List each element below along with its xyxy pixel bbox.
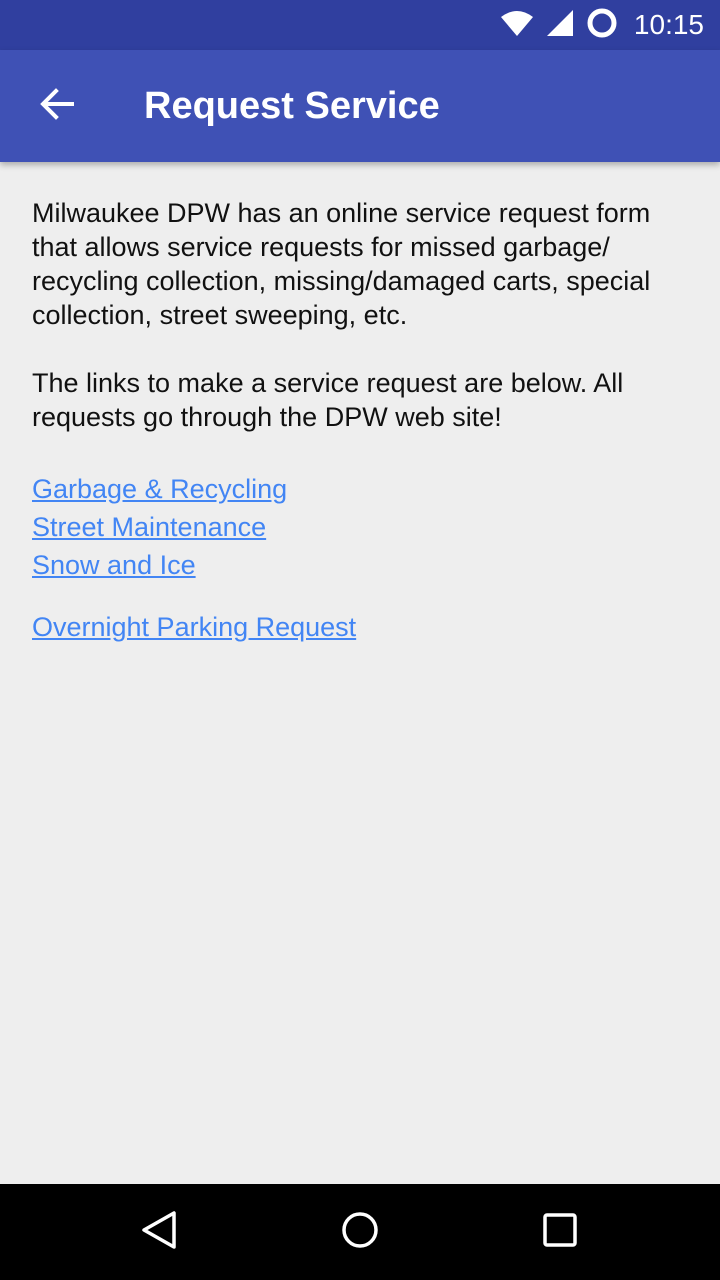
link-street-maintenance[interactable]: Street Maintenance <box>32 508 266 546</box>
nav-recents-button[interactable] <box>500 1184 620 1280</box>
page-title: Request Service <box>144 85 440 127</box>
nav-home-button[interactable] <box>300 1184 420 1280</box>
status-time: 10:15 <box>633 9 704 40</box>
arrow-back-icon <box>38 86 74 127</box>
app-bar: Request Service <box>0 50 720 162</box>
status-icons: 10:15 <box>500 0 704 50</box>
instructions-paragraph: The links to make a service request are … <box>32 368 624 432</box>
system-nav-bar <box>0 1184 720 1280</box>
link-overnight-parking[interactable]: Overnight Parking Request <box>32 608 356 646</box>
service-links: Garbage & Recycling Street Maintenance S… <box>32 470 692 646</box>
nav-back-button[interactable] <box>100 1184 220 1280</box>
back-button[interactable] <box>20 70 92 142</box>
wifi-icon <box>500 9 534 42</box>
status-bar: 10:15 <box>0 0 720 50</box>
cell-signal-icon <box>546 9 574 42</box>
link-garbage-recycling[interactable]: Garbage & Recycling <box>32 470 287 508</box>
nav-recents-icon <box>542 1212 578 1253</box>
main-content: Milwaukee DPW has an online service requ… <box>32 196 692 646</box>
sync-icon <box>586 7 618 44</box>
nav-home-icon <box>340 1210 380 1255</box>
intro-paragraph: Milwaukee DPW has an online service requ… <box>32 198 651 330</box>
nav-back-icon <box>140 1210 180 1255</box>
link-snow-and-ice[interactable]: Snow and Ice <box>32 546 196 584</box>
